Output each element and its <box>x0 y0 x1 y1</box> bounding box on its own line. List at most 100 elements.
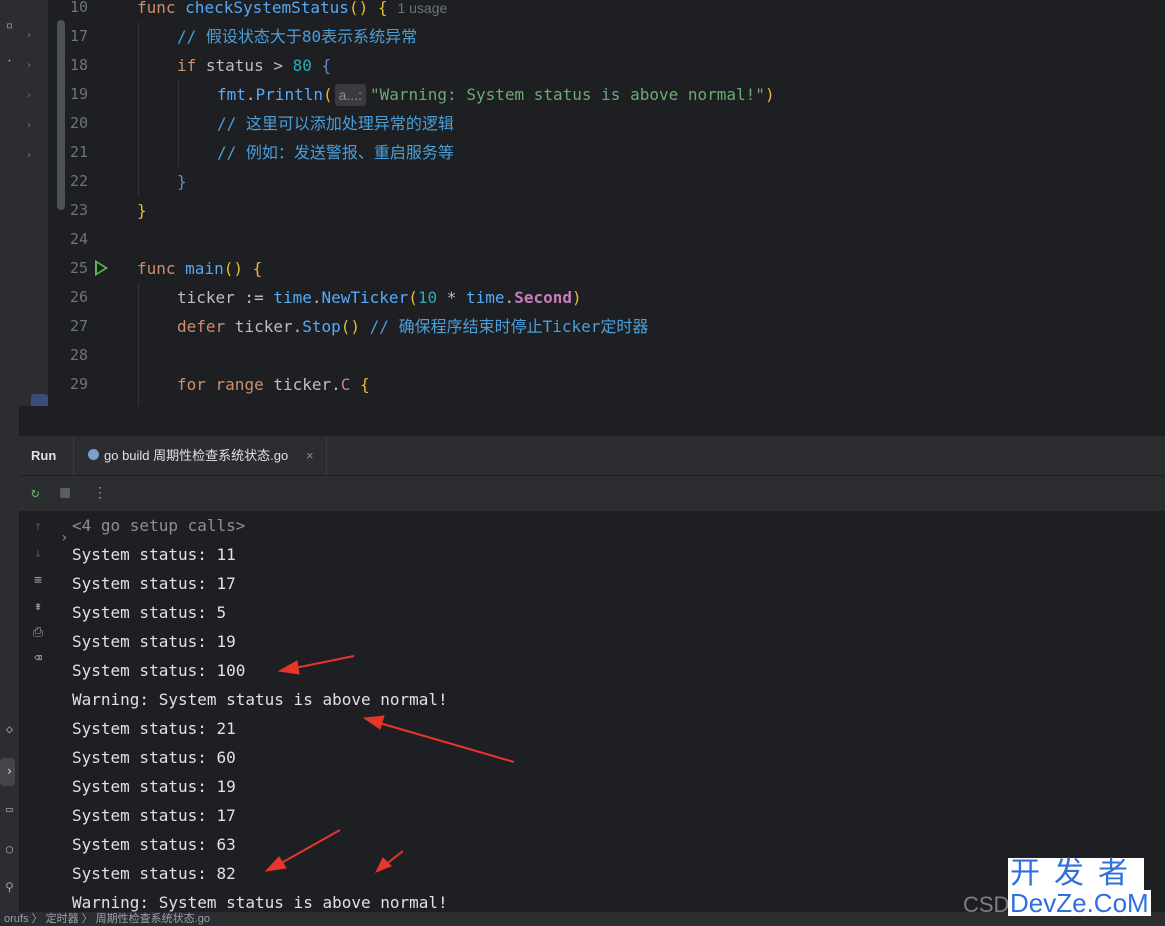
run-config-tab-label: go build 周期性检查系统状态.go <box>104 448 289 463</box>
number-literal: 10 <box>417 288 438 307</box>
code-text: status > <box>196 56 293 75</box>
code-text: ticker. <box>263 375 341 394</box>
close-tab-icon[interactable]: × <box>306 436 314 475</box>
function-call: NewTicker <box>321 288 409 307</box>
run-tool-icon[interactable]: › <box>0 764 19 778</box>
code-line[interactable]: defer ticker.Stop() // 确保程序结束时停止Ticker定时… <box>177 312 648 341</box>
function-name: main <box>185 259 224 278</box>
code-line[interactable]: func checkSystemStatus() {1 usage <box>137 0 447 22</box>
run-config-tab[interactable]: go build 周期性检查系统状态.go × <box>73 436 327 475</box>
code-comment[interactable]: // 例如：发送警报、重启服务等 <box>217 138 454 167</box>
more-tools-icon[interactable]: · <box>0 54 19 68</box>
line-number: 25 <box>69 259 88 277</box>
code-comment: // 确保程序结束时停止Ticker定时器 <box>369 317 649 336</box>
project-icon[interactable]: ▫ <box>0 18 19 32</box>
console-line: System status: 11 <box>72 545 236 564</box>
code-punct: . <box>504 288 515 307</box>
print-icon[interactable]: ⎙ <box>19 625 57 640</box>
setup-calls-fold[interactable]: <4 go setup calls> <box>72 511 245 540</box>
expand-chevron-icon[interactable]: › <box>60 524 68 553</box>
console-output[interactable]: › <4 go setup calls> System status: 11 S… <box>57 511 1165 926</box>
code-comment[interactable]: // 假设状态大于80表示系统异常 <box>177 22 417 51</box>
line-number: 29 <box>69 375 88 393</box>
code-punct: () <box>340 317 370 336</box>
line-number-gutter: 10 17 18 19 20 21 22 23 24 25 26 27 28 2… <box>48 0 118 406</box>
run-main-icon[interactable] <box>95 260 108 276</box>
code-punct: . <box>311 288 322 307</box>
console-line: System status: 21 <box>72 719 236 738</box>
services-icon[interactable]: ◇ <box>0 722 19 736</box>
arrow-down-icon[interactable]: ↓ <box>19 546 57 561</box>
soft-wrap-icon[interactable]: ≡ <box>19 573 57 588</box>
field-name: C <box>340 375 351 394</box>
line-number: 23 <box>69 201 88 219</box>
indent-guide <box>138 22 139 196</box>
constant-name: Second <box>514 288 572 307</box>
line-number: 24 <box>69 230 88 248</box>
code-comment[interactable]: // 这里可以添加处理异常的逻辑 <box>217 109 454 138</box>
watermark-logo-top: 开发者 <box>1008 857 1144 890</box>
terminal-icon[interactable]: ▭ <box>0 802 19 816</box>
code-line[interactable]: for range ticker.C { <box>177 370 370 399</box>
fold-marker: › <box>26 30 33 41</box>
left-tool-strip: ▫ · ◇ › ▭ ○ ⚲ <box>0 0 20 926</box>
fold-marker: › <box>26 90 33 101</box>
indent-guide <box>178 80 179 167</box>
keyword: func <box>137 0 176 17</box>
indent-guide <box>138 283 139 406</box>
run-toolbar: ↻ ⋮ <box>19 476 1165 511</box>
fold-marker: › <box>26 120 33 131</box>
problems-icon[interactable]: ○ <box>0 842 19 856</box>
line-number: 26 <box>69 288 88 306</box>
git-icon[interactable]: ⚲ <box>0 880 19 894</box>
panel-separator[interactable] <box>19 406 1165 437</box>
function-call: Println <box>255 85 323 104</box>
more-options-icon[interactable]: ⋮ <box>93 476 107 511</box>
number-literal: 80 <box>292 56 312 75</box>
console-line: System status: 82 <box>72 864 236 883</box>
code-punct: () { <box>223 259 263 278</box>
code-punct: () { <box>348 0 388 17</box>
keyword: if <box>177 56 197 75</box>
stop-icon[interactable] <box>60 488 70 498</box>
code-brace[interactable]: } <box>177 167 187 196</box>
code-line[interactable]: func main() { <box>137 254 262 283</box>
watermark-text: CSD <box>963 892 1010 917</box>
code-punct: ) <box>571 288 582 307</box>
fold-marker: › <box>26 150 33 161</box>
code-text: ticker := <box>177 288 274 307</box>
trash-icon[interactable]: ⌫ <box>19 651 57 666</box>
package-name: time <box>273 288 312 307</box>
run-tool-header: Run go build 周期性检查系统状态.go × <box>19 436 1165 476</box>
code-punct: ( <box>322 85 333 104</box>
line-number: 17 <box>69 27 88 45</box>
function-call: Stop <box>302 317 341 336</box>
code-text: ticker. <box>225 317 303 336</box>
code-line[interactable]: fmt.Println(a...: "Warning: System status… <box>217 80 775 109</box>
code-punct: . <box>245 85 256 104</box>
console-line: System status: 17 <box>72 806 236 825</box>
code-punct: { <box>311 56 332 75</box>
console-line: System status: 19 <box>72 777 236 796</box>
line-number: 22 <box>69 172 88 190</box>
breadcrumb[interactable]: orufs 〉 定时器 〉 周期性检查系统状态.go <box>0 913 210 925</box>
code-brace[interactable]: } <box>137 196 147 225</box>
arrow-up-icon[interactable]: ↑ <box>19 519 57 534</box>
rerun-icon[interactable]: ↻ <box>31 476 39 511</box>
line-number: 19 <box>69 85 88 103</box>
code-line[interactable]: ticker := time.NewTicker(10 * time.Secon… <box>177 283 582 312</box>
code-punct: { <box>350 375 370 394</box>
line-number: 18 <box>69 56 88 74</box>
run-tool-title: Run <box>31 448 57 463</box>
scroll-to-end-icon[interactable]: ⇟ <box>19 599 57 614</box>
usage-hint[interactable]: 1 usage <box>397 0 447 16</box>
code-line[interactable]: if status > 80 { <box>177 51 331 80</box>
console-side-toolbar: ↑ ↓ ≡ ⇟ ⎙ ⌫ <box>19 511 57 926</box>
fold-marker: › <box>26 60 33 71</box>
line-number: 28 <box>69 346 88 364</box>
line-number: 20 <box>69 114 88 132</box>
line-number: 10 <box>69 0 88 16</box>
package-name: fmt <box>217 85 246 104</box>
console-line: System status: 63 <box>72 835 236 854</box>
console-line: System status: 60 <box>72 748 236 767</box>
